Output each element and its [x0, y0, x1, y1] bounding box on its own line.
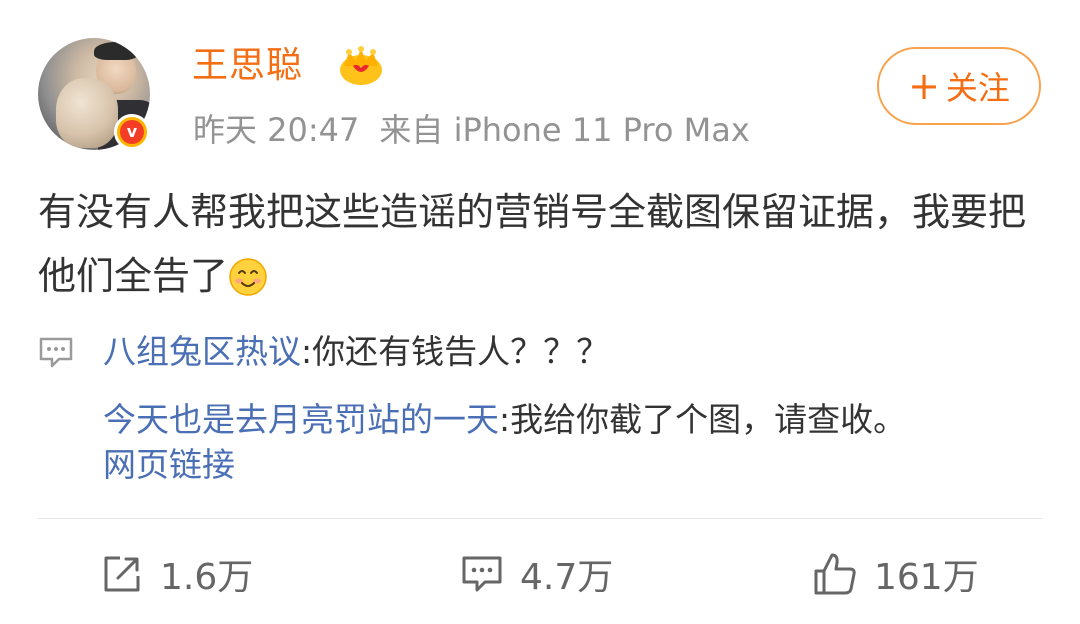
post-text: 有没有人帮我把这些造谣的营销号全截图保留证据，我要把他们全告了 [38, 190, 1027, 298]
divider [38, 518, 1042, 519]
weibo-post: v 王思聪 昨天 20:47 来自 iPhone 11 Pro Max + 关注 … [0, 0, 1080, 624]
follow-button[interactable]: + 关注 [877, 47, 1041, 125]
post-source: 来自 iPhone 11 Pro Max [379, 111, 750, 149]
crown-icon [340, 46, 382, 85]
post-time: 昨天 20:47 [193, 111, 360, 149]
comment-count: 4.7万 [520, 557, 614, 598]
web-link[interactable]: 网页链接 [103, 443, 235, 487]
comment-button[interactable]: 4.7万 [460, 548, 613, 600]
verified-badge-icon: v [114, 114, 150, 150]
comment-icon [462, 556, 502, 592]
repost-icon [104, 556, 140, 592]
comment-text: :你还有钱告人？？？ [301, 332, 610, 371]
repost-count: 1.6万 [160, 557, 254, 598]
post-meta: 昨天 20:47 来自 iPhone 11 Pro Max [193, 108, 750, 152]
comment-author[interactable]: 八组兔区热议 [103, 332, 301, 371]
comment-item[interactable]: 今天也是去月亮罚站的一天:我给你截了个图，请查收。 [103, 398, 1053, 442]
follow-label: 关注 [945, 69, 1010, 107]
repost-button[interactable]: 1.6万 [100, 548, 253, 600]
comment-item[interactable]: 八组兔区热议:你还有钱告人？？？ [103, 330, 609, 374]
username[interactable]: 王思聪 [192, 40, 303, 92]
plus-icon: + [908, 64, 940, 108]
smile-emoji-icon [229, 258, 267, 296]
like-button[interactable]: 161万 [812, 548, 979, 600]
avatar[interactable]: v [38, 38, 150, 150]
like-count: 161万 [874, 557, 979, 598]
comment-text: :我给你截了个图，请查收。 [499, 400, 907, 439]
comment-author[interactable]: 今天也是去月亮罚站的一天 [103, 400, 499, 439]
thumbs-up-icon [814, 553, 856, 595]
comment-bubble-icon [39, 337, 73, 368]
